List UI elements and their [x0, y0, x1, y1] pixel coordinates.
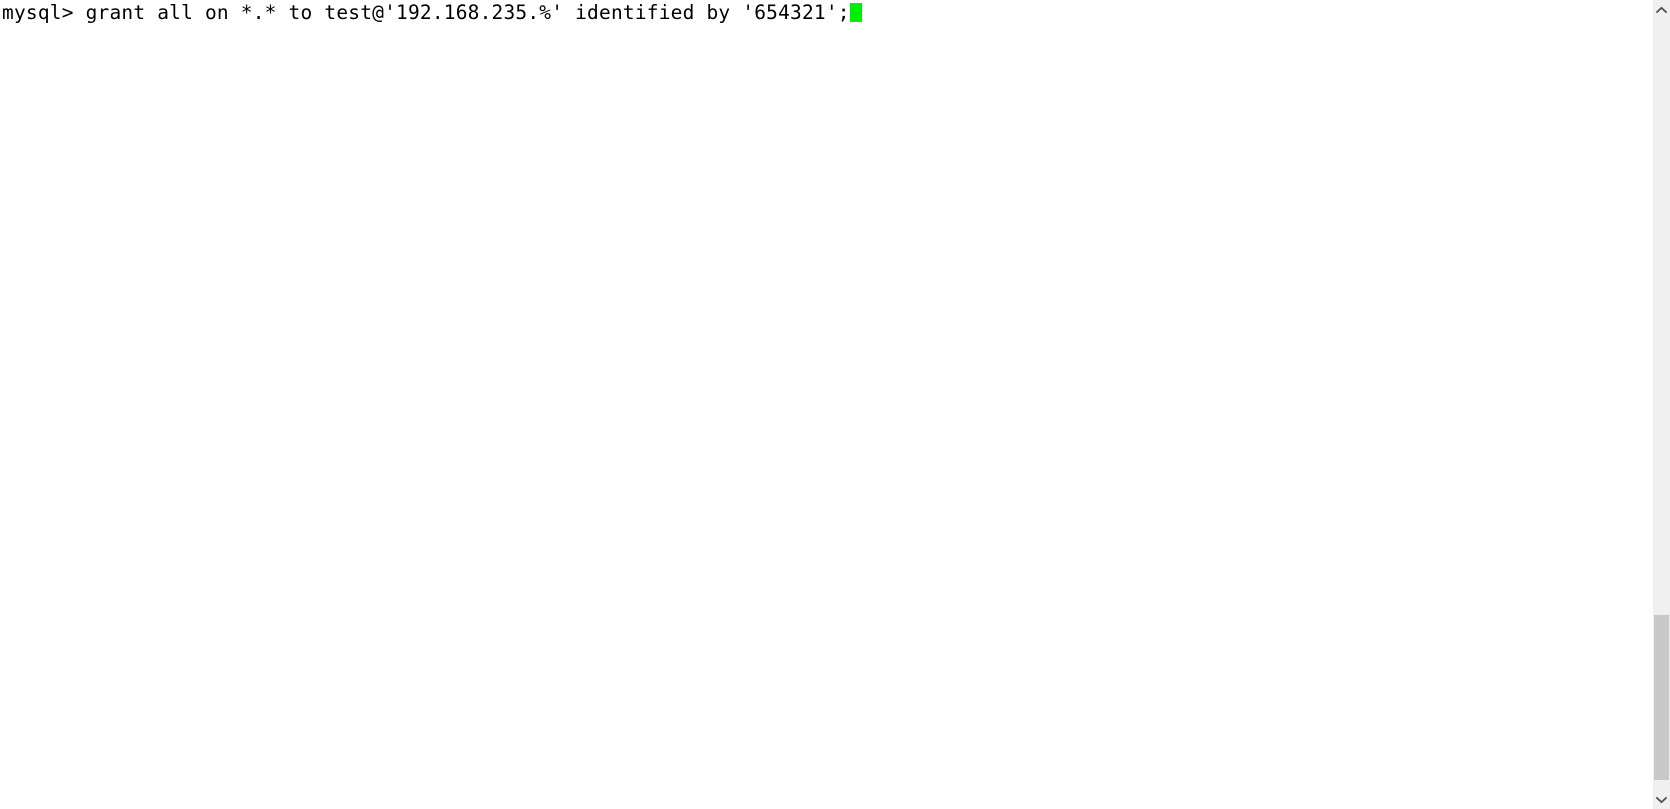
scrollbar-thumb[interactable]: [1654, 615, 1669, 780]
chevron-up-icon: [1656, 6, 1667, 14]
terminal-window: mysql> grant all on *.* to test@'192.168…: [0, 0, 1670, 809]
scrollbar-track[interactable]: [1653, 19, 1670, 790]
scrollbar-up-button[interactable]: [1653, 0, 1670, 19]
chevron-down-icon: [1656, 796, 1667, 804]
text-cursor-block: [849, 3, 862, 22]
console-output-area[interactable]: mysql> grant all on *.* to test@'192.168…: [0, 0, 1652, 809]
vertical-scrollbar[interactable]: [1652, 0, 1670, 809]
console-line: mysql> grant all on *.* to test@'192.168…: [0, 0, 1652, 26]
mysql-command-text: mysql> grant all on *.* to test@'192.168…: [2, 1, 850, 24]
scrollbar-down-button[interactable]: [1653, 790, 1670, 809]
